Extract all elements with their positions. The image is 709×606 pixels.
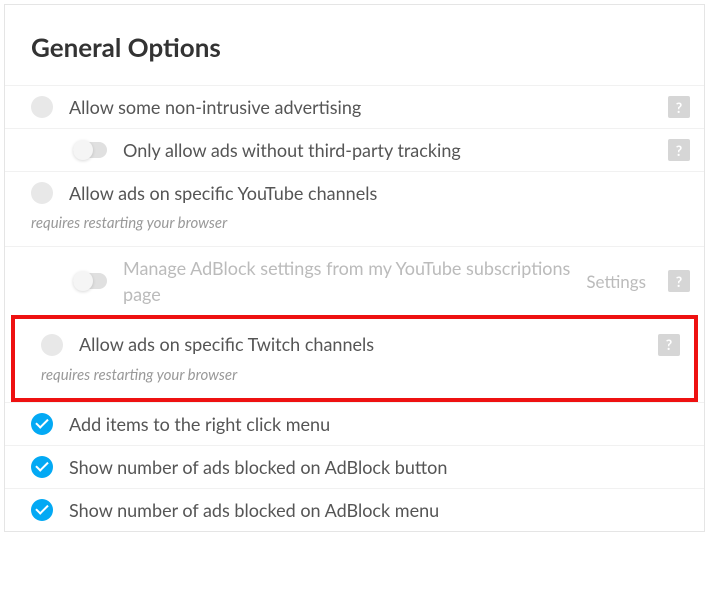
requires-restart-note: requires restarting your browser xyxy=(15,366,694,398)
option-label: Only allow ads without third-party track… xyxy=(123,137,652,163)
page-title: General Options xyxy=(5,5,704,85)
option-label: Show number of ads blocked on AdBlock me… xyxy=(69,497,690,523)
requires-restart-note: requires restarting your browser xyxy=(5,214,704,246)
help-icon[interactable]: ? xyxy=(668,139,690,161)
option-label: Manage AdBlock settings from my YouTube … xyxy=(123,255,570,307)
option-label: Allow some non-intrusive advertising xyxy=(69,94,652,120)
help-icon[interactable]: ? xyxy=(658,334,680,356)
option-count-on-button[interactable]: Show number of ads blocked on AdBlock bu… xyxy=(5,445,704,488)
option-count-on-menu[interactable]: Show number of ads blocked on AdBlock me… xyxy=(5,488,704,531)
option-label: Add items to the right click menu xyxy=(69,411,690,437)
option-non-intrusive-ads[interactable]: Allow some non-intrusive advertising ? xyxy=(5,85,704,128)
general-options-panel: General Options Allow some non-intrusive… xyxy=(4,4,705,532)
option-label: Allow ads on specific YouTube channels xyxy=(69,180,690,206)
checkbox-checked-icon[interactable] xyxy=(31,499,53,521)
toggle-off-icon[interactable] xyxy=(73,142,107,158)
highlight-box: Allow ads on specific Twitch channels ? … xyxy=(11,315,698,401)
option-youtube-channels[interactable]: Allow ads on specific YouTube channels xyxy=(5,171,704,214)
checkbox-checked-icon[interactable] xyxy=(31,456,53,478)
checkbox-unchecked-icon[interactable] xyxy=(31,96,53,118)
settings-link[interactable]: Settings xyxy=(586,271,646,292)
toggle-off-icon[interactable] xyxy=(73,273,107,289)
option-twitch-channels[interactable]: Allow ads on specific Twitch channels ? xyxy=(15,323,694,365)
checkbox-unchecked-icon[interactable] xyxy=(31,182,53,204)
option-no-tracking-ads[interactable]: Only allow ads without third-party track… xyxy=(5,128,704,171)
option-manage-youtube-subscriptions: Manage AdBlock settings from my YouTube … xyxy=(5,246,704,315)
checkbox-checked-icon[interactable] xyxy=(31,413,53,435)
option-label: Show number of ads blocked on AdBlock bu… xyxy=(69,454,690,480)
option-label: Allow ads on specific Twitch channels xyxy=(79,331,642,357)
help-icon[interactable]: ? xyxy=(668,96,690,118)
checkbox-unchecked-icon[interactable] xyxy=(41,334,63,356)
help-icon[interactable]: ? xyxy=(668,270,690,292)
option-right-click-menu[interactable]: Add items to the right click menu xyxy=(5,402,704,445)
